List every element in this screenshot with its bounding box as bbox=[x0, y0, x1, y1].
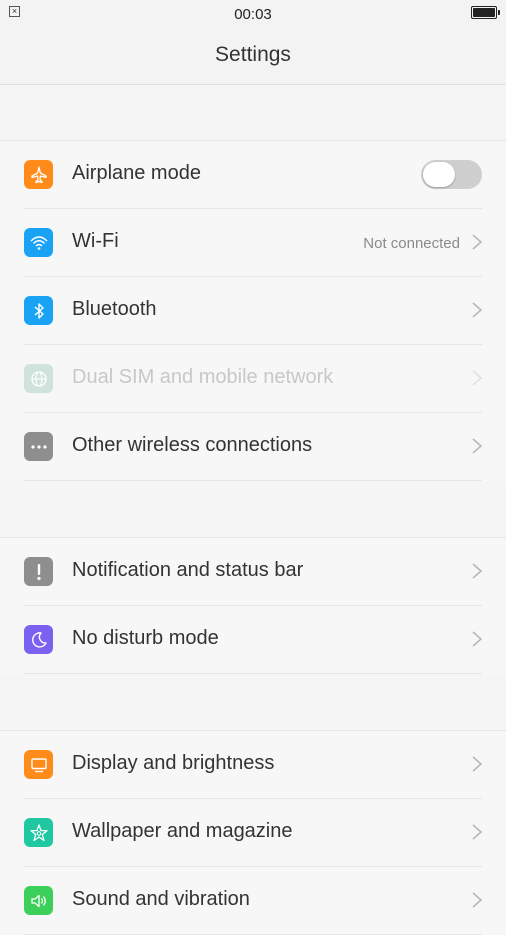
wifi-status: Not connected bbox=[363, 235, 460, 252]
settings-item-airplane-mode[interactable]: Airplane mode bbox=[24, 141, 482, 209]
settings-item-bluetooth[interactable]: Bluetooth bbox=[24, 277, 482, 345]
bluetooth-label: Bluetooth bbox=[72, 298, 157, 320]
settings-group-display: Display and brightness Wallpaper and mag… bbox=[0, 730, 506, 935]
chevron-right-icon bbox=[472, 756, 482, 772]
dual-sim-label: Dual SIM and mobile network bbox=[72, 366, 334, 388]
battery-icon bbox=[471, 6, 500, 19]
airplane-mode-label: Airplane mode bbox=[72, 162, 201, 184]
chevron-right-icon bbox=[472, 302, 482, 318]
other-wireless-label: Other wireless connections bbox=[72, 434, 313, 456]
chevron-right-icon bbox=[472, 631, 482, 647]
settings-group-notifications: Notification and status bar No disturb m… bbox=[0, 537, 506, 674]
page-title: Settings bbox=[215, 43, 291, 66]
wifi-label: Wi-Fi bbox=[72, 230, 119, 252]
chevron-right-icon bbox=[472, 234, 482, 250]
settings-item-wifi[interactable]: Wi-Fi Not connected bbox=[24, 209, 482, 277]
settings-group-connectivity: Airplane mode Wi-Fi Not connected Blueto… bbox=[0, 140, 506, 481]
status-time: 00:03 bbox=[234, 6, 272, 23]
display-label: Display and brightness bbox=[72, 752, 275, 774]
no-disturb-label: No disturb mode bbox=[72, 627, 219, 649]
more-icon bbox=[24, 432, 53, 461]
settings-item-wallpaper[interactable]: Wallpaper and magazine bbox=[24, 799, 482, 867]
header: Settings bbox=[0, 28, 506, 85]
globe-icon bbox=[24, 364, 53, 393]
flower-icon bbox=[24, 818, 53, 847]
wifi-icon bbox=[24, 228, 53, 257]
exclamation-icon bbox=[24, 557, 53, 586]
notification-label: Notification and status bar bbox=[72, 559, 304, 581]
status-bar: × 00:03 bbox=[0, 0, 506, 28]
settings-item-dual-sim[interactable]: Dual SIM and mobile network bbox=[24, 345, 482, 413]
moon-icon bbox=[24, 625, 53, 654]
settings-item-display[interactable]: Display and brightness bbox=[24, 731, 482, 799]
settings-item-notification[interactable]: Notification and status bar bbox=[24, 538, 482, 606]
settings-item-other-wireless[interactable]: Other wireless connections bbox=[24, 413, 482, 481]
monitor-icon bbox=[24, 750, 53, 779]
speaker-icon bbox=[24, 886, 53, 915]
bluetooth-icon bbox=[24, 296, 53, 325]
wallpaper-label: Wallpaper and magazine bbox=[72, 820, 293, 842]
settings-item-sound[interactable]: Sound and vibration bbox=[24, 867, 482, 935]
airplane-mode-toggle[interactable] bbox=[421, 160, 482, 189]
chevron-right-icon bbox=[472, 892, 482, 908]
airplane-icon bbox=[24, 160, 53, 189]
chevron-right-icon bbox=[472, 370, 482, 386]
chevron-right-icon bbox=[472, 824, 482, 840]
settings-item-no-disturb[interactable]: No disturb mode bbox=[24, 606, 482, 674]
chevron-right-icon bbox=[472, 438, 482, 454]
chevron-right-icon bbox=[472, 563, 482, 579]
